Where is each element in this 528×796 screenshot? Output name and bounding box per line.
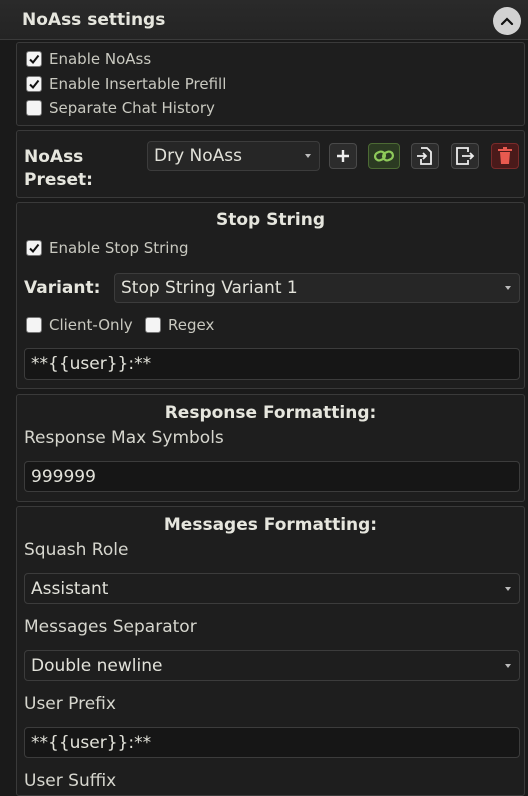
delete-preset-button[interactable] [491, 143, 519, 169]
stop-string-input[interactable]: **{{user}}:** [24, 348, 520, 380]
add-preset-button[interactable] [329, 143, 357, 169]
link-preset-button[interactable] [368, 143, 400, 169]
response-formatting-title: Response Formatting: [164, 403, 377, 423]
chevron-down-icon [505, 663, 511, 668]
checkbox[interactable] [26, 317, 42, 333]
chevron-down-icon [505, 586, 511, 591]
checkbox[interactable] [26, 76, 42, 92]
checkbox[interactable] [26, 51, 42, 67]
link-icon [373, 150, 395, 162]
preset-label-line2: Preset: [24, 170, 93, 190]
check-icon [29, 243, 40, 254]
checkbox[interactable] [145, 317, 161, 333]
client-only-label: Client-Only [49, 316, 133, 334]
user-prefix-input[interactable]: **{{user}}:** [24, 727, 520, 758]
page-title: NoAss settings [22, 10, 166, 30]
enable-noass-label: Enable NoAss [49, 50, 152, 68]
regex-checkbox[interactable]: Regex [145, 316, 214, 334]
variant-label: Variant: [24, 278, 101, 298]
response-max-symbols-input[interactable]: 999999 [24, 461, 520, 492]
client-only-checkbox[interactable]: Client-Only [26, 316, 133, 334]
squash-role-select[interactable]: Assistant [24, 573, 520, 604]
user-suffix-label: User Suffix [24, 771, 117, 791]
enable-stop-string-label: Enable Stop String [49, 239, 189, 257]
messages-formatting-title: Messages Formatting: [163, 515, 378, 535]
checkbox[interactable] [26, 240, 42, 256]
import-preset-button[interactable] [411, 143, 439, 169]
settings-header[interactable]: NoAss settings [0, 0, 528, 40]
squash-role-label: Squash Role [24, 540, 129, 560]
enable-noass-checkbox[interactable]: Enable NoAss [26, 50, 151, 68]
separate-history-checkbox[interactable]: Separate Chat History [26, 99, 215, 117]
squash-role-value: Assistant [31, 578, 109, 599]
preset-label-line1: NoAss [24, 147, 84, 167]
enable-prefill-checkbox[interactable]: Enable Insertable Prefill [26, 75, 226, 93]
enable-stop-string-checkbox[interactable]: Enable Stop String [26, 239, 189, 257]
export-preset-button[interactable] [451, 143, 479, 169]
collapse-button[interactable] [493, 7, 521, 35]
messages-separator-label: Messages Separator [24, 617, 197, 637]
enable-prefill-label: Enable Insertable Prefill [49, 75, 227, 93]
preset-select[interactable]: Dry NoAss [147, 141, 320, 171]
preset-label: NoAss Preset: [24, 146, 93, 192]
preset-select-value: Dry NoAss [154, 146, 243, 166]
chevron-down-icon [305, 154, 311, 158]
check-icon [29, 79, 40, 90]
messages-separator-value: Double newline [31, 655, 163, 676]
variant-select[interactable]: Stop String Variant 1 [114, 273, 520, 303]
import-icon [417, 147, 432, 165]
export-icon [456, 147, 475, 165]
check-icon [29, 54, 40, 65]
stop-string-title: Stop String [216, 210, 325, 230]
chevron-down-icon [505, 286, 511, 290]
add-icon [337, 150, 349, 162]
chevron-up-icon [500, 17, 514, 26]
checkbox[interactable] [26, 100, 42, 116]
response-max-symbols-label: Response Max Symbols [24, 428, 224, 448]
separate-history-label: Separate Chat History [49, 99, 215, 117]
variant-select-value: Stop String Variant 1 [121, 278, 298, 298]
messages-separator-select[interactable]: Double newline [24, 650, 520, 681]
trash-icon [498, 147, 512, 164]
user-prefix-label: User Prefix [24, 694, 116, 714]
regex-label: Regex [168, 316, 215, 334]
